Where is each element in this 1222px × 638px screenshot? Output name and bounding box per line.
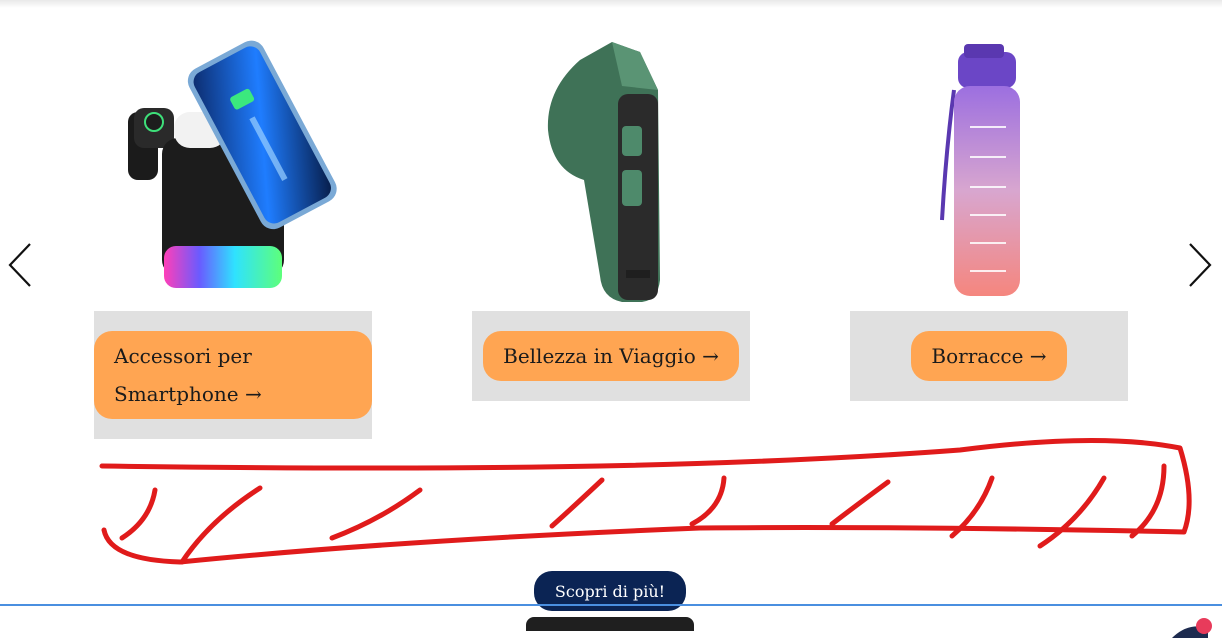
category-card-footer: Bellezza in Viaggio → [472,311,750,401]
category-card-footer: Borracce → [850,311,1128,401]
category-button-bellezza[interactable]: Bellezza in Viaggio → [483,331,739,381]
travel-steam-iron-image [472,30,750,311]
bottom-tab[interactable] [526,617,694,631]
chevron-right-icon [1189,243,1212,287]
carousel-next-button[interactable] [1186,240,1216,290]
category-button-borracce[interactable]: Borracce → [911,331,1067,381]
category-button-accessori[interactable]: Accessori per Smartphone → [94,331,372,419]
category-card-bellezza[interactable]: Bellezza in Viaggio → [472,30,750,401]
section-divider [0,604,1222,606]
category-card-borracce[interactable]: Borracce → [850,30,1128,401]
header-shadow [0,0,1222,8]
chevron-left-icon [8,243,31,287]
category-card-accessori[interactable]: Accessori per Smartphone → [94,30,372,439]
carousel-prev-button[interactable] [4,240,34,290]
wireless-charger-stand-image [94,30,372,311]
category-label-line2: Smartphone → [114,382,262,406]
water-bottle-image [850,30,1128,311]
chat-widget-icon[interactable] [1168,618,1222,638]
category-label-line1: Accessori per [114,344,252,368]
category-card-footer: Accessori per Smartphone → [94,311,372,439]
